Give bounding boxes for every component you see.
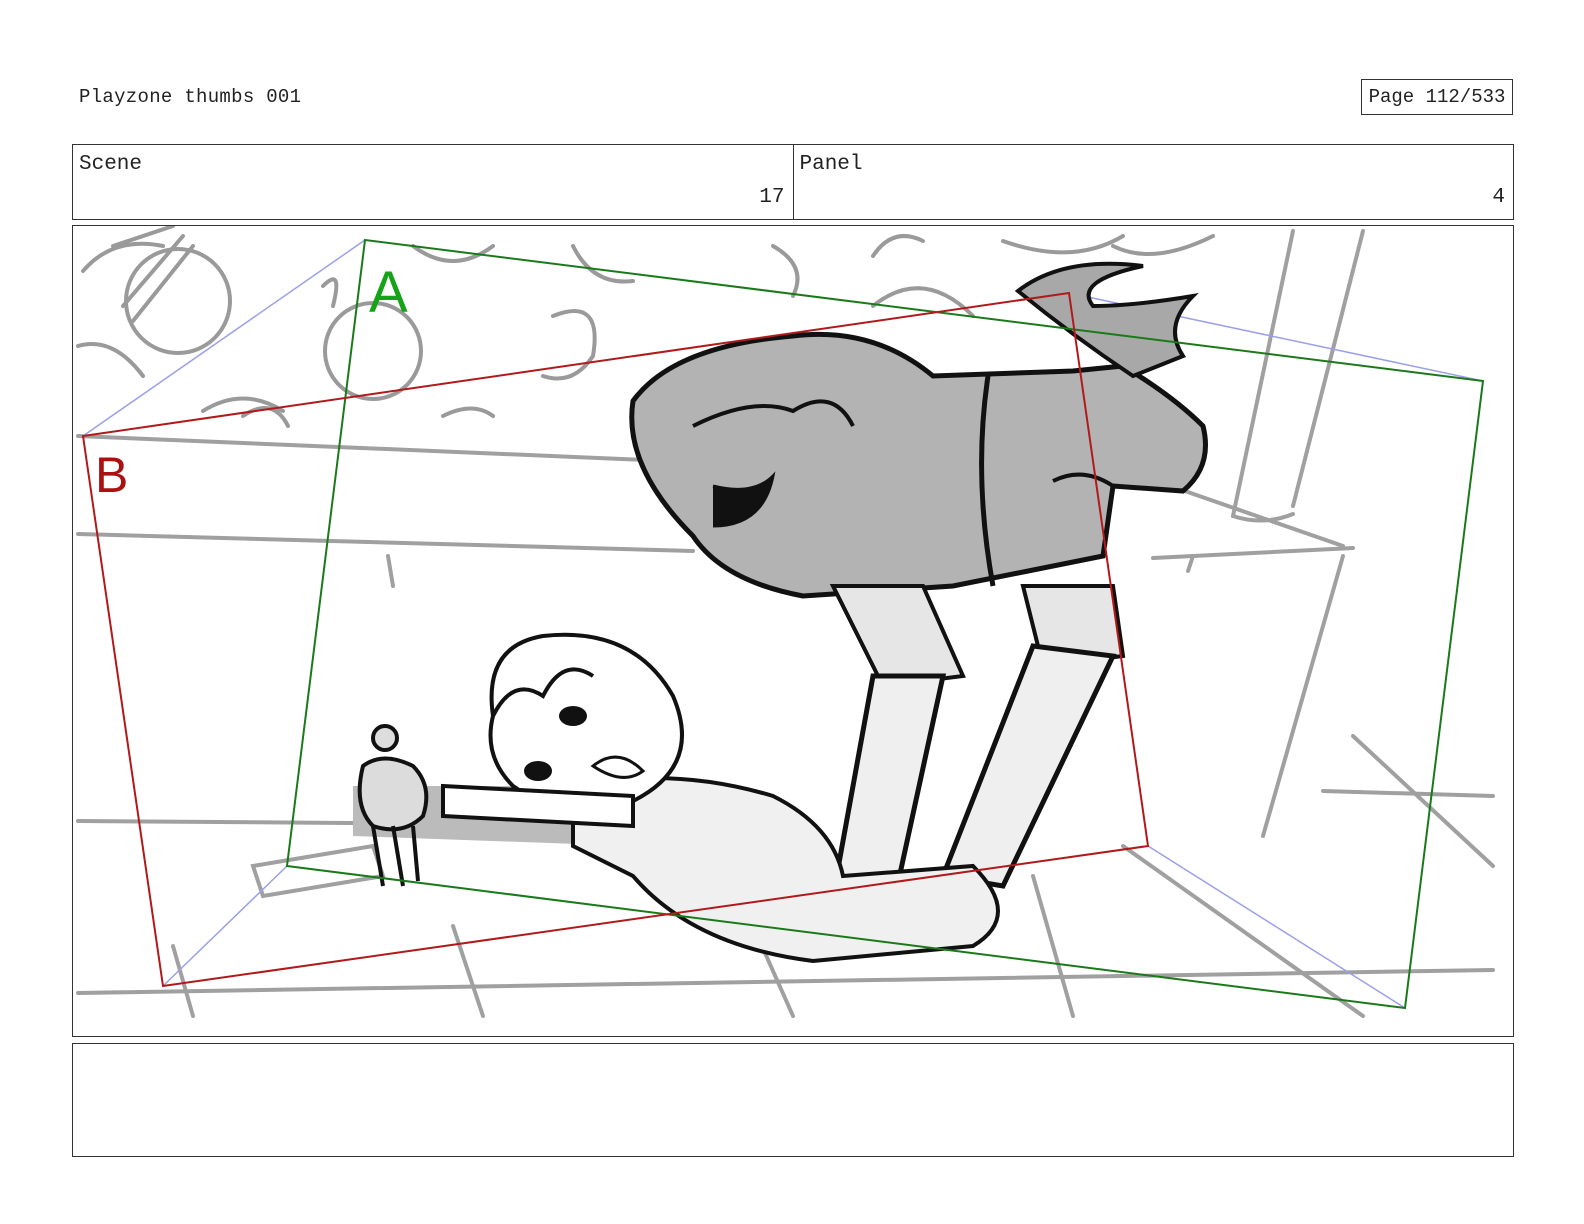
- panel-label: Panel: [799, 153, 863, 176]
- scene-label: Scene: [79, 153, 143, 176]
- panel-number: 4: [1492, 186, 1505, 209]
- camera-frame-b-label: B: [95, 447, 128, 503]
- panel-cell: Panel 4: [792, 145, 1514, 219]
- scene-cell: Scene 17: [73, 145, 793, 219]
- document-title: Playzone thumbs 001: [79, 86, 302, 108]
- scene-number: 17: [759, 186, 785, 209]
- notes-box: [72, 1043, 1514, 1157]
- storyboard-drawing: A B: [76, 226, 1495, 1018]
- camera-frame-a-label: A: [369, 260, 408, 325]
- storyboard-frame: A B: [72, 225, 1514, 1037]
- page-counter: Page 112/533: [1361, 79, 1513, 115]
- scene-panel-info: Scene 17 Panel 4: [72, 144, 1514, 220]
